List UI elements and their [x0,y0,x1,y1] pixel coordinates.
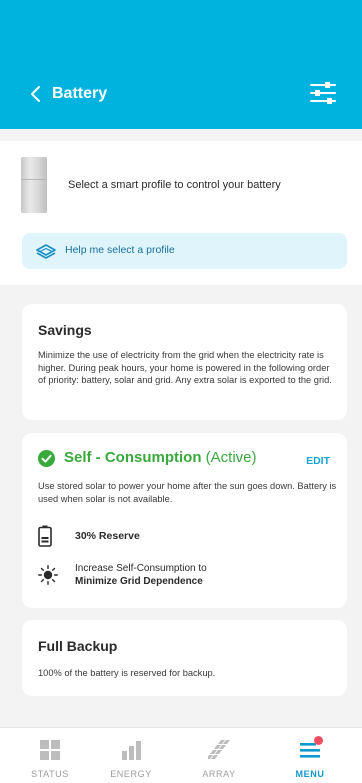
nav-menu-label: MENU [295,769,325,779]
goal-text-line1: Increase Self-Consumption to [75,563,207,574]
solar-array-icon [208,740,230,759]
full-backup-description: 100% of the battery is reserved for back… [38,668,216,678]
nav-array-label: ARRAY [202,769,236,779]
nav-energy-label: ENERGY [110,769,152,779]
self-consumption-description: Use stored solar to power your home afte… [38,481,337,504]
battery-icon [38,525,52,547]
nav-array[interactable]: ARRAY [179,728,259,783]
reserve-label: 30% Reserve [75,530,140,542]
bottom-nav: STATUS ENERGY ARRAY MENU [0,727,362,783]
chevron-left-icon[interactable] [26,84,46,104]
notification-badge [314,736,323,745]
self-consumption-title: Self - Consumption (Active) [64,449,257,466]
self-consumption-profile-card[interactable]: Self - Consumption (Active) EDIT Use sto… [22,433,347,608]
full-backup-profile-card[interactable]: Full Backup 100% of the battery is reser… [22,620,347,696]
select-profile-text: Select a smart profile to control your b… [68,179,281,191]
edit-button[interactable]: EDIT [306,455,330,467]
nav-status[interactable]: STATUS [10,728,90,783]
battery-image [21,157,47,213]
grid-icon [40,740,60,760]
app-header: Battery [0,0,362,129]
check-circle-icon [38,450,55,467]
nav-menu[interactable]: MENU [270,728,350,783]
self-consumption-name: Self - Consumption [64,449,202,466]
nav-status-label: STATUS [31,769,69,779]
help-select-profile-label: Help me select a profile [65,244,175,256]
help-select-profile-button[interactable]: Help me select a profile [22,233,347,269]
book-stack-icon [36,244,56,259]
savings-description: Minimize the use of electricity from the… [38,350,332,386]
nav-energy[interactable]: ENERGY [91,728,171,783]
sliders-icon[interactable] [309,80,337,106]
sun-icon [38,565,58,585]
bar-chart-icon [122,741,141,760]
profile-intro-panel: Select a smart profile to control your b… [0,141,362,285]
page-title: Battery [52,85,108,102]
savings-title: Savings [38,322,92,338]
goal-text-line2: Minimize Grid Dependence [75,576,203,587]
savings-profile-card[interactable]: Savings Minimize the use of electricity … [22,304,347,420]
active-status-label: (Active) [205,449,257,466]
full-backup-title: Full Backup [38,638,118,654]
